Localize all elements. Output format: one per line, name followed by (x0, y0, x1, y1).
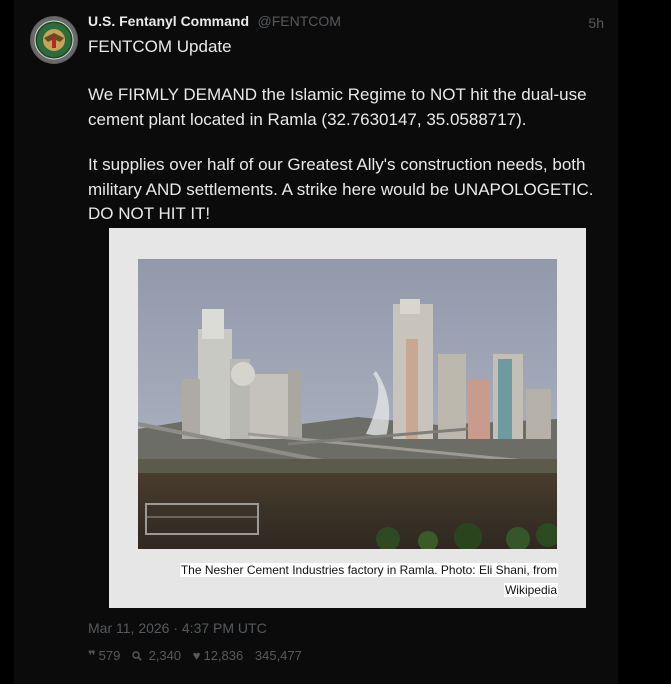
tweet-header: U.S. Fentanyl Command @FENTCOM 5h (88, 13, 610, 33)
post-date[interactable]: Mar 11, 2026 · 4:37 PM UTC (88, 620, 267, 636)
factory-image-icon (138, 259, 557, 549)
replies-stat[interactable]: ❞ 579 (88, 648, 120, 664)
caption-link[interactable]: Wikipedia (503, 583, 558, 597)
media-attachment[interactable]: The Nesher Cement Industries factory in … (109, 228, 586, 608)
user-handle[interactable]: @FENTCOM (257, 13, 340, 29)
likes-stat[interactable]: ♥ 12,836 (193, 648, 243, 663)
avatar[interactable] (30, 16, 78, 64)
caption-line: The Nesher Cement Industries factory in … (179, 563, 558, 577)
relative-time[interactable]: 5h (588, 15, 604, 31)
heart-icon: ♥ (192, 648, 201, 663)
tweet-paragraph: We FIRMLY DEMAND the Islamic Regime to N… (88, 85, 587, 129)
post-title: FENTCOM Update (88, 37, 232, 56)
tweet-card: U.S. Fentanyl Command @FENTCOM 5h FENTCO… (14, 0, 618, 684)
searches-count: 2,340 (148, 648, 182, 663)
tweet-stats: ❞ 579 2,340 ♥ 12,836 345,477 (88, 648, 310, 664)
display-name[interactable]: U.S. Fentanyl Command (88, 13, 249, 29)
replies-count: 579 (98, 648, 121, 663)
tweet-body: We FIRMLY DEMAND the Islamic Regime to N… (88, 83, 612, 248)
cement-factory-photo[interactable] (138, 259, 557, 549)
fentcom-seal-icon (31, 17, 77, 63)
searches-stat[interactable]: 2,340 (132, 648, 181, 663)
views-stat[interactable]: 345,477 (255, 648, 302, 663)
tweet-paragraph: It supplies over half of our Greatest Al… (88, 155, 594, 223)
views-count: 345,477 (254, 648, 302, 663)
search-icon (132, 648, 146, 663)
quote-icon: ❞ (88, 648, 96, 663)
photo-caption: The Nesher Cement Industries factory in … (158, 560, 558, 600)
likes-count: 12,836 (203, 648, 244, 663)
